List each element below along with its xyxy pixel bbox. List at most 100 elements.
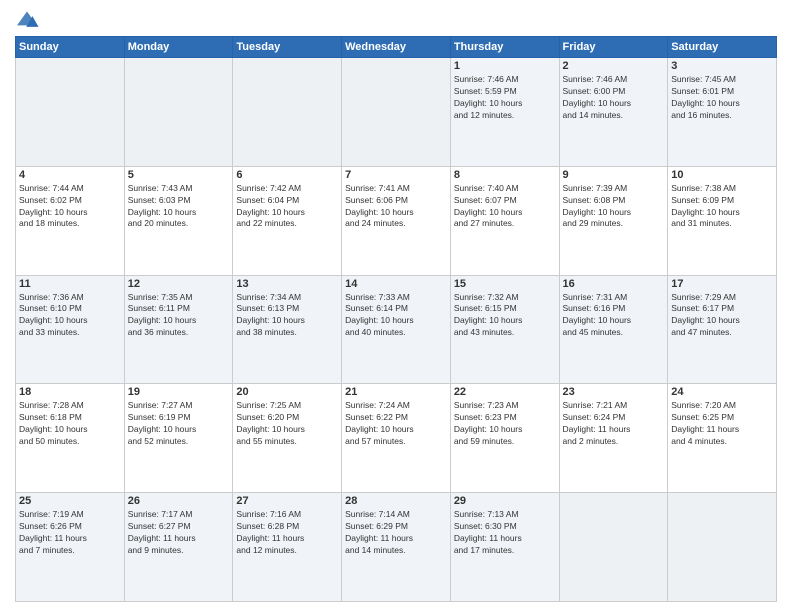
calendar-header-row: SundayMondayTuesdayWednesdayThursdayFrid… [16,37,777,58]
calendar-cell: 26 Sunrise: 7:17 AM Sunset: 6:27 PM Dayli… [124,493,233,602]
calendar-cell: 28 Sunrise: 7:14 AM Sunset: 6:29 PM Dayli… [342,493,451,602]
calendar-cell [342,58,451,167]
day-number: 12 [128,278,230,290]
day-header-saturday: Saturday [668,37,777,58]
day-number: 29 [454,495,556,507]
calendar-cell: 24 Sunrise: 7:20 AM Sunset: 6:25 PM Dayli… [668,384,777,493]
day-header-sunday: Sunday [16,37,125,58]
day-info: Sunrise: 7:38 AM Sunset: 6:09 PM Dayligh… [671,183,773,231]
calendar-cell: 2 Sunrise: 7:46 AM Sunset: 6:00 PM Daylig… [559,58,668,167]
calendar-cell: 9 Sunrise: 7:39 AM Sunset: 6:08 PM Daylig… [559,166,668,275]
calendar-cell: 1 Sunrise: 7:46 AM Sunset: 5:59 PM Daylig… [450,58,559,167]
day-info: Sunrise: 7:32 AM Sunset: 6:15 PM Dayligh… [454,292,556,340]
day-info: Sunrise: 7:44 AM Sunset: 6:02 PM Dayligh… [19,183,121,231]
day-info: Sunrise: 7:43 AM Sunset: 6:03 PM Dayligh… [128,183,230,231]
day-info: Sunrise: 7:20 AM Sunset: 6:25 PM Dayligh… [671,400,773,448]
calendar-cell: 27Sunrise: 7:16 AM Sunset: 6:28 PM Dayli… [233,493,342,602]
day-info: Sunrise: 7:25 AM Sunset: 6:20 PM Dayligh… [236,400,338,448]
day-number: 2 [563,60,665,72]
day-number: 11 [19,278,121,290]
day-info: Sunrise: 7:13 AM Sunset: 6:30 PM Dayligh… [454,509,556,557]
day-info: Sunrise: 7:41 AM Sunset: 6:06 PM Dayligh… [345,183,447,231]
calendar-cell: 10 Sunrise: 7:38 AM Sunset: 6:09 PM Dayli… [668,166,777,275]
logo [15,10,43,30]
week-row-3: 18Sunrise: 7:28 AM Sunset: 6:18 PM Dayli… [16,384,777,493]
calendar-cell: 19Sunrise: 7:27 AM Sunset: 6:19 PM Dayli… [124,384,233,493]
day-info: Sunrise: 7:24 AM Sunset: 6:22 PM Dayligh… [345,400,447,448]
day-number: 17 [671,278,773,290]
calendar-cell: 18Sunrise: 7:28 AM Sunset: 6:18 PM Dayli… [16,384,125,493]
calendar-cell [559,493,668,602]
calendar-body: 1 Sunrise: 7:46 AM Sunset: 5:59 PM Daylig… [16,58,777,602]
day-number: 20 [236,386,338,398]
day-header-thursday: Thursday [450,37,559,58]
calendar-cell: 29 Sunrise: 7:13 AM Sunset: 6:30 PM Dayli… [450,493,559,602]
calendar-cell: 15 Sunrise: 7:32 AM Sunset: 6:15 PM Dayli… [450,275,559,384]
calendar-cell: 8 Sunrise: 7:40 AM Sunset: 6:07 PM Daylig… [450,166,559,275]
day-info: Sunrise: 7:36 AM Sunset: 6:10 PM Dayligh… [19,292,121,340]
calendar-cell: 3Sunrise: 7:45 AM Sunset: 6:01 PM Daylig… [668,58,777,167]
day-number: 14 [345,278,447,290]
calendar-cell: 25 Sunrise: 7:19 AM Sunset: 6:26 PM Dayli… [16,493,125,602]
logo-icon [15,10,39,30]
day-info: Sunrise: 7:23 AM Sunset: 6:23 PM Dayligh… [454,400,556,448]
calendar-cell: 22 Sunrise: 7:23 AM Sunset: 6:23 PM Dayli… [450,384,559,493]
calendar-cell: 13 Sunrise: 7:34 AM Sunset: 6:13 PM Dayli… [233,275,342,384]
day-info: Sunrise: 7:19 AM Sunset: 6:26 PM Dayligh… [19,509,121,557]
day-info: Sunrise: 7:31 AM Sunset: 6:16 PM Dayligh… [563,292,665,340]
day-number: 19 [128,386,230,398]
day-info: Sunrise: 7:45 AM Sunset: 6:01 PM Dayligh… [671,74,773,122]
day-number: 24 [671,386,773,398]
calendar-cell [233,58,342,167]
day-number: 10 [671,169,773,181]
calendar-cell: 12Sunrise: 7:35 AM Sunset: 6:11 PM Dayli… [124,275,233,384]
calendar-cell: 4Sunrise: 7:44 AM Sunset: 6:02 PM Daylig… [16,166,125,275]
day-info: Sunrise: 7:21 AM Sunset: 6:24 PM Dayligh… [563,400,665,448]
day-number: 23 [563,386,665,398]
day-info: Sunrise: 7:40 AM Sunset: 6:07 PM Dayligh… [454,183,556,231]
day-number: 21 [345,386,447,398]
day-number: 22 [454,386,556,398]
calendar-cell: 17 Sunrise: 7:29 AM Sunset: 6:17 PM Dayli… [668,275,777,384]
day-number: 5 [128,169,230,181]
day-info: Sunrise: 7:46 AM Sunset: 5:59 PM Dayligh… [454,74,556,122]
calendar-cell: 14Sunrise: 7:33 AM Sunset: 6:14 PM Dayli… [342,275,451,384]
day-number: 9 [563,169,665,181]
day-info: Sunrise: 7:46 AM Sunset: 6:00 PM Dayligh… [563,74,665,122]
day-info: Sunrise: 7:39 AM Sunset: 6:08 PM Dayligh… [563,183,665,231]
day-number: 15 [454,278,556,290]
day-number: 28 [345,495,447,507]
week-row-2: 11 Sunrise: 7:36 AM Sunset: 6:10 PM Dayli… [16,275,777,384]
calendar-cell: 6 Sunrise: 7:42 AM Sunset: 6:04 PM Daylig… [233,166,342,275]
calendar-cell: 11 Sunrise: 7:36 AM Sunset: 6:10 PM Dayli… [16,275,125,384]
day-number: 8 [454,169,556,181]
day-info: Sunrise: 7:16 AM Sunset: 6:28 PM Dayligh… [236,509,338,557]
calendar-cell: 16 Sunrise: 7:31 AM Sunset: 6:16 PM Dayli… [559,275,668,384]
day-number: 26 [128,495,230,507]
page: SundayMondayTuesdayWednesdayThursdayFrid… [0,0,792,612]
calendar-cell [668,493,777,602]
day-number: 1 [454,60,556,72]
day-info: Sunrise: 7:42 AM Sunset: 6:04 PM Dayligh… [236,183,338,231]
calendar-cell [16,58,125,167]
day-info: Sunrise: 7:34 AM Sunset: 6:13 PM Dayligh… [236,292,338,340]
day-number: 25 [19,495,121,507]
week-row-4: 25 Sunrise: 7:19 AM Sunset: 6:26 PM Dayli… [16,493,777,602]
day-number: 6 [236,169,338,181]
day-header-wednesday: Wednesday [342,37,451,58]
calendar-cell: 21 Sunrise: 7:24 AM Sunset: 6:22 PM Dayli… [342,384,451,493]
day-info: Sunrise: 7:14 AM Sunset: 6:29 PM Dayligh… [345,509,447,557]
day-number: 16 [563,278,665,290]
calendar-cell: 7 Sunrise: 7:41 AM Sunset: 6:06 PM Daylig… [342,166,451,275]
day-number: 13 [236,278,338,290]
day-header-monday: Monday [124,37,233,58]
calendar-cell: 5 Sunrise: 7:43 AM Sunset: 6:03 PM Daylig… [124,166,233,275]
day-header-friday: Friday [559,37,668,58]
calendar-cell: 20 Sunrise: 7:25 AM Sunset: 6:20 PM Dayli… [233,384,342,493]
day-number: 7 [345,169,447,181]
calendar-table: SundayMondayTuesdayWednesdayThursdayFrid… [15,36,777,602]
day-info: Sunrise: 7:29 AM Sunset: 6:17 PM Dayligh… [671,292,773,340]
header [15,10,777,30]
day-info: Sunrise: 7:17 AM Sunset: 6:27 PM Dayligh… [128,509,230,557]
day-info: Sunrise: 7:28 AM Sunset: 6:18 PM Dayligh… [19,400,121,448]
